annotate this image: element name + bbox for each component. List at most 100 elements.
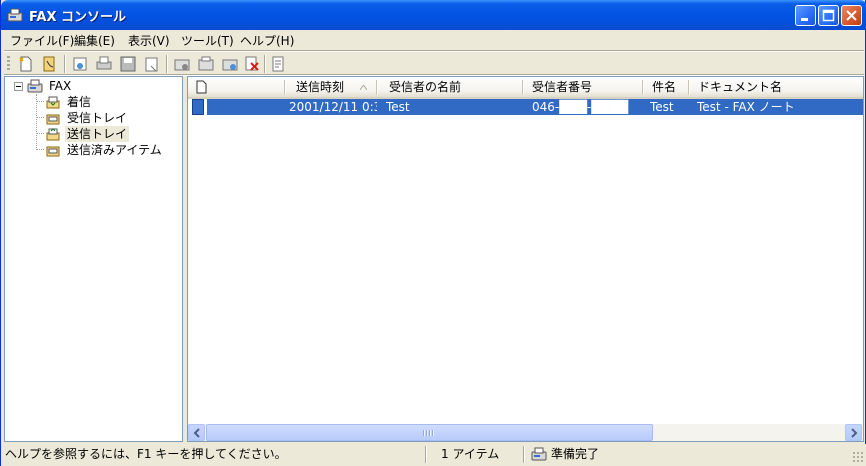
sent-items-icon [46,146,60,157]
status-divider [523,446,525,463]
receive-now-button[interactable] [40,54,60,74]
collapse-toggle[interactable] [14,82,23,91]
toolbar [4,52,864,76]
print-button[interactable] [94,54,114,74]
tree-item-label: 受信トレイ [67,111,128,125]
tree-root-fax[interactable]: FAX [27,78,177,94]
resume-button[interactable] [196,54,216,74]
fax-list-view[interactable]: 送信時刻 受信者の名前 受信者番号 件名 ドキュメント名 2001/12/11 … [187,76,864,442]
column-divider[interactable] [284,80,285,95]
column-label: 送信時刻 [296,80,345,94]
fax-app-icon [7,8,23,22]
toolbar-separator [264,55,266,73]
menu-view[interactable]: 表示(V) [128,32,170,49]
column-header-document-name[interactable]: ドキュメント名 [692,77,852,97]
column-header-icon[interactable] [188,77,284,97]
column-label: ドキュメント名 [698,80,783,94]
menu-file[interactable]: ファイル(F) [10,32,74,49]
folder-tree[interactable]: FAX 着信 受信トレイ 送信トレイ 送信済みアイテム [4,76,183,442]
scroll-grip-icon [423,430,435,436]
tree-item-inbox[interactable]: 受信トレイ [45,110,175,126]
window-title: FAX コンソール [29,10,126,25]
menu-edit[interactable]: 編集(E) [74,32,115,49]
status-bar: ヘルプを参照するには、F1 キーを押してください。 1 アイテム 準備完了 [1,444,866,466]
properties-icon [272,56,284,72]
list-header: 送信時刻 受信者の名前 受信者番号 件名 ドキュメント名 [188,77,863,99]
cell-send-time: 2001/12/11 0:3... [289,100,377,114]
restart-icon [222,59,238,71]
scroll-thumb[interactable] [206,424,653,441]
tree-line [36,149,44,150]
status-divider [425,446,427,463]
fax-console-window: FAX コンソール ファイル(F) 編集(E) 表示(V) ツール(T) ヘルプ… [0,0,866,466]
restart-button[interactable] [220,54,240,74]
column-header-subject[interactable]: 件名 [646,77,686,97]
cell-recipient-number: 046-███-████ [532,100,629,114]
view-button[interactable] [70,54,90,74]
save-icon [120,56,136,72]
save-button[interactable] [118,54,138,74]
inbox-icon [46,114,60,125]
new-fax-button[interactable] [16,54,36,74]
horizontal-scrollbar[interactable] [188,424,863,441]
fax-icon [27,79,43,93]
tree-item-incoming[interactable]: 着信 [45,94,175,110]
resize-grip[interactable] [852,451,864,463]
column-label: 受信者の名前 [389,80,462,94]
tree-item-outbox[interactable]: 送信トレイ [45,126,175,142]
outbox-icon [46,128,60,141]
cell-recipient-name: Test [386,100,410,114]
tree-line [36,133,44,134]
pause-button[interactable] [172,54,192,74]
tree-item-sent-items[interactable]: 送信済みアイテム [45,142,175,158]
column-divider[interactable] [642,80,643,95]
resume-icon [198,56,214,71]
mail-icon [145,57,158,72]
column-label: 受信者番号 [532,80,593,94]
table-row[interactable]: 2001/12/11 0:3... Test 046-███-████ Test… [188,99,863,115]
toolbar-grip[interactable] [7,56,10,72]
column-header-recipient-number[interactable]: 受信者番号 [526,77,636,97]
menu-help[interactable]: ヘルプ(H) [240,32,294,49]
column-label: 件名 [652,80,677,94]
cell-document-name: Test - FAX ノート [697,100,795,114]
mail-button[interactable] [142,54,162,74]
maximize-button[interactable] [818,5,839,26]
view-icon [73,57,87,71]
print-icon [96,56,112,70]
status-ready: 準備完了 [551,447,600,461]
receive-now-icon [43,56,55,72]
status-item-count: 1 アイテム [441,447,500,461]
incoming-icon [46,96,60,109]
fax-status-icon [531,447,547,461]
column-divider[interactable] [522,80,523,95]
maximize-icon [822,9,835,22]
delete-button[interactable] [242,54,262,74]
cell-subject: Test [650,100,674,114]
close-button[interactable] [841,5,862,26]
chevron-left-icon [193,428,200,438]
scroll-left-button[interactable] [188,424,205,441]
close-icon [846,10,857,21]
menu-tools[interactable]: ツール(T) [181,32,234,49]
pause-icon [174,59,190,71]
toolbar-separator [64,55,66,73]
column-divider[interactable] [688,80,689,95]
menu-bar: ファイル(F) 編集(E) 表示(V) ツール(T) ヘルプ(H) [4,30,864,50]
new-fax-icon [19,56,32,72]
minimize-icon [801,18,808,21]
column-header-recipient-name[interactable]: 受信者の名前 [383,77,523,97]
scroll-right-button[interactable] [845,424,862,441]
delete-icon [245,56,259,71]
properties-button[interactable] [268,54,288,74]
tree-item-label: 送信トレイ [65,126,130,142]
tree-line [36,117,44,118]
toolbar-separator [166,55,168,73]
title-bar[interactable]: FAX コンソール [1,0,866,30]
sort-ascending-icon [360,85,367,90]
tree-item-label: 着信 [67,95,92,109]
tree-root-label: FAX [49,79,72,93]
minimize-button[interactable] [795,5,816,26]
column-divider[interactable] [376,80,377,95]
fax-job-icon [192,99,204,115]
